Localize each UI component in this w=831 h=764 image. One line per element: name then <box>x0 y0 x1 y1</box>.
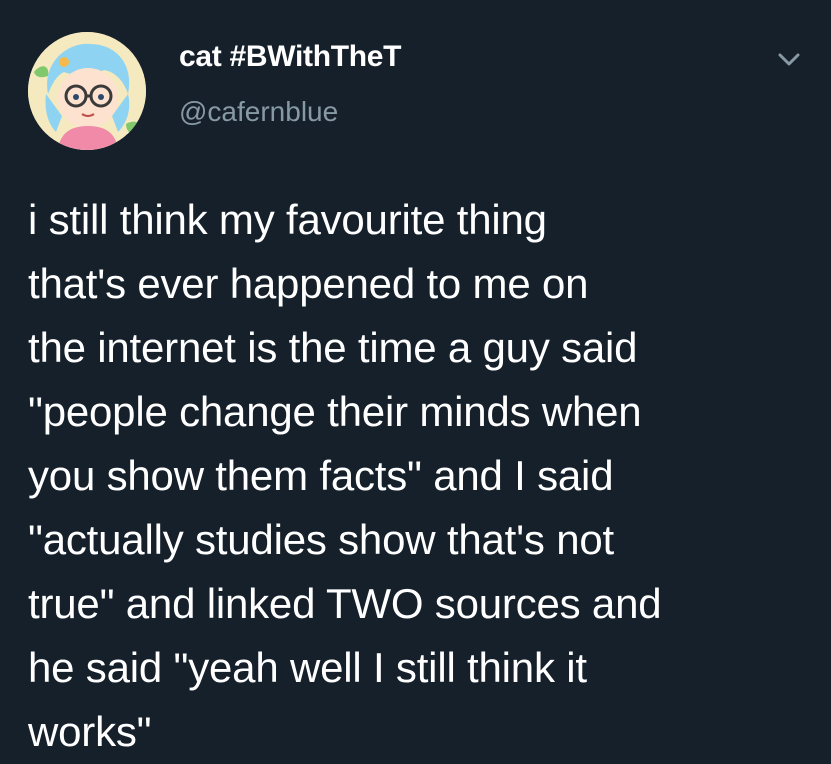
tweet-text-line: "actually studies show that's not <box>28 516 614 563</box>
display-name[interactable]: cat #BWithTheT <box>179 40 402 74</box>
avatar[interactable] <box>28 32 146 150</box>
cartoon-avatar-icon <box>28 32 146 150</box>
tweet-text-line: he said "yeah well I still think it <box>28 644 587 691</box>
tweet-text-line: that's ever happened to me on <box>28 260 589 307</box>
user-handle[interactable]: @cafernblue <box>179 96 338 128</box>
tweet-card[interactable]: cat #BWithTheT @cafernblue i still think… <box>0 0 831 763</box>
tweet-text-line: i still think my favourite thing <box>28 196 547 243</box>
tweet-text: i still think my favourite thing that's … <box>28 188 818 764</box>
tweet-text-line: "people change their minds when <box>28 388 642 435</box>
chevron-down-icon[interactable] <box>774 44 804 74</box>
tweet-text-line: true" and linked TWO sources and <box>28 580 662 627</box>
tweet-text-line: works" <box>28 708 152 755</box>
tweet-text-line: the internet is the time a guy said <box>28 324 638 371</box>
tweet-text-line: you show them facts" and I said <box>28 452 614 499</box>
